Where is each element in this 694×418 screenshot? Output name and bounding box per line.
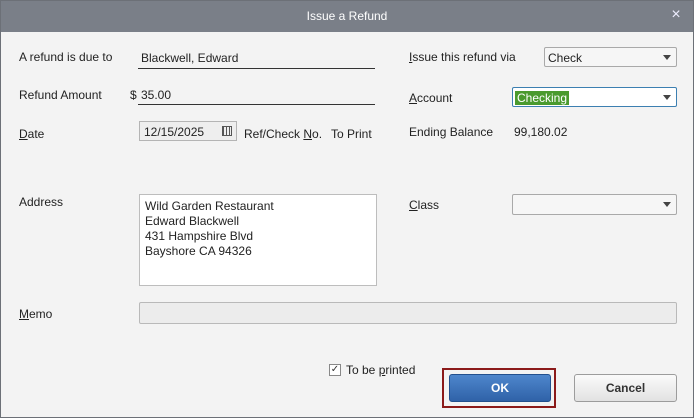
refund-due-underline <box>138 68 375 69</box>
address-line: Edward Blackwell <box>145 214 240 228</box>
class-label: Class <box>409 198 440 212</box>
ok-button[interactable]: OK <box>449 374 551 402</box>
ending-balance-label: Ending Balance <box>409 125 494 139</box>
memo-field[interactable] <box>139 302 677 324</box>
refund-due-field[interactable]: Blackwell, Edward <box>141 51 238 65</box>
address-line: Wild Garden Restaurant <box>145 199 274 213</box>
refund-amount-underline <box>138 104 375 105</box>
window-title: Issue a Refund <box>306 9 388 23</box>
issue-via-label: Issue this refund via <box>409 50 516 64</box>
address-field[interactable]: Wild Garden Restaurant Edward Blackwell … <box>139 194 377 286</box>
dropdown-arrow-icon[interactable] <box>663 202 671 207</box>
date-value: 12/15/2025 <box>144 125 205 139</box>
refund-amount-label: Refund Amount <box>19 88 102 102</box>
calendar-icon[interactable] <box>222 126 232 136</box>
address-line: 431 Hampshire Blvd <box>145 229 254 243</box>
to-be-printed-checkbox[interactable]: ✓ <box>329 364 341 376</box>
ref-check-label: Ref/Check No. <box>244 127 323 141</box>
class-dropdown[interactable] <box>512 194 677 215</box>
title-bar: Issue a Refund × <box>1 1 693 32</box>
cancel-button[interactable]: Cancel <box>574 374 677 402</box>
date-field[interactable]: 12/15/2025 <box>139 121 237 141</box>
close-icon[interactable]: × <box>667 6 685 24</box>
date-label: Date <box>19 127 45 141</box>
account-label: Account <box>409 91 453 105</box>
issue-refund-dialog: Issue a Refund × A refund is due to Blac… <box>0 0 694 418</box>
currency-symbol: $ <box>130 88 137 102</box>
to-be-printed-label: To be printed <box>346 363 416 377</box>
address-label: Address <box>19 195 64 209</box>
ending-balance-value: 99,180.02 <box>514 125 568 139</box>
checkbox-icon: ✓ <box>330 364 340 375</box>
refund-due-label: A refund is due to <box>19 50 113 64</box>
refund-amount-field[interactable]: 35.00 <box>141 88 171 102</box>
account-value: Checking <box>515 91 570 105</box>
dropdown-arrow-icon[interactable] <box>663 55 671 60</box>
dropdown-arrow-icon[interactable] <box>663 95 671 100</box>
issue-via-dropdown[interactable]: Check <box>544 47 677 67</box>
account-dropdown[interactable]: Checking <box>512 87 677 107</box>
memo-label: Memo <box>19 307 53 321</box>
ref-check-value[interactable]: To Print <box>331 127 372 141</box>
address-line: Bayshore CA 94326 <box>145 244 252 258</box>
issue-via-value: Check <box>548 51 583 65</box>
